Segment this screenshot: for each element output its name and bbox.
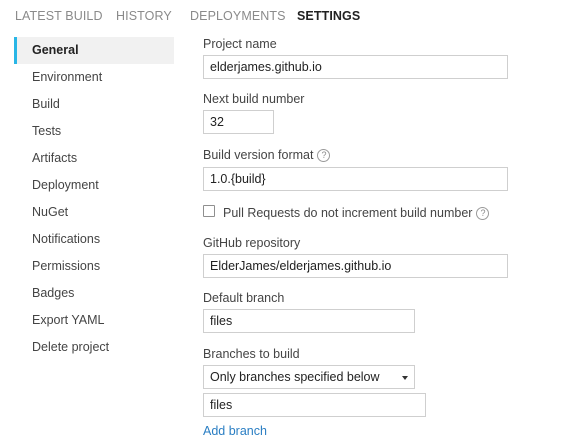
sidebar-item-label: Permissions bbox=[32, 259, 101, 273]
sidebar-item-label: Delete project bbox=[32, 340, 110, 354]
sidebar-item-label: General bbox=[32, 43, 79, 57]
tab-deployments[interactable]: DEPLOYMENTS bbox=[190, 9, 286, 23]
pull-requests-checkbox[interactable] bbox=[203, 205, 215, 217]
sidebar-item-label: Tests bbox=[32, 124, 62, 138]
sidebar-item-delete-project[interactable]: Delete project bbox=[14, 334, 174, 361]
sidebar-item-badges[interactable]: Badges bbox=[14, 280, 174, 307]
question-circle-icon[interactable]: ? bbox=[317, 149, 331, 162]
sidebar-item-label: Build bbox=[32, 97, 60, 111]
chevron-down-icon bbox=[402, 376, 408, 380]
add-branch-link[interactable]: Add branch bbox=[203, 424, 267, 438]
sidebar-item-label: Badges bbox=[32, 286, 75, 300]
next-build-number-input[interactable]: 32 bbox=[203, 110, 274, 134]
branches-to-build-label: Branches to build bbox=[203, 347, 300, 361]
default-branch-label: Default branch bbox=[203, 291, 285, 305]
sidebar-item-label: Notifications bbox=[32, 232, 101, 246]
sidebar-item-artifacts[interactable]: Artifacts bbox=[14, 145, 174, 172]
sidebar-item-nuget[interactable]: NuGet bbox=[14, 199, 174, 226]
project-name-label: Project name bbox=[203, 37, 277, 51]
sidebar-item-general[interactable]: General bbox=[14, 37, 174, 64]
project-name-input[interactable]: elderjames.github.io bbox=[203, 55, 508, 79]
pull-requests-text: Pull Requests do not increment build num… bbox=[223, 206, 473, 220]
tab-history[interactable]: HISTORY bbox=[116, 9, 172, 23]
top-tabs: LATEST BUILD HISTORY DEPLOYMENTS SETTING… bbox=[0, 0, 562, 32]
sidebar-item-label: Export YAML bbox=[32, 313, 105, 327]
sidebar-item-label: Deployment bbox=[32, 178, 99, 192]
branch-name-input[interactable]: files bbox=[203, 393, 426, 417]
build-version-format-input[interactable]: 1.0.{build} bbox=[203, 167, 508, 191]
sidebar-item-permissions[interactable]: Permissions bbox=[14, 253, 174, 280]
next-build-number-label: Next build number bbox=[203, 92, 305, 106]
settings-sidebar: General Environment Build Tests Artifact… bbox=[14, 37, 174, 361]
tab-settings[interactable]: SETTINGS bbox=[297, 9, 360, 23]
sidebar-item-export-yaml[interactable]: Export YAML bbox=[14, 307, 174, 334]
branches-to-build-select[interactable]: Only branches specified below bbox=[203, 365, 415, 389]
sidebar-item-label: Environment bbox=[32, 70, 103, 84]
question-circle-icon[interactable]: ? bbox=[476, 207, 490, 220]
build-version-format-label: Build version format? bbox=[203, 148, 331, 162]
sidebar-item-label: NuGet bbox=[32, 205, 69, 219]
sidebar-item-notifications[interactable]: Notifications bbox=[14, 226, 174, 253]
sidebar-item-tests[interactable]: Tests bbox=[14, 118, 174, 145]
branches-to-build-selected: Only branches specified below bbox=[210, 370, 380, 384]
tab-latest-build[interactable]: LATEST BUILD bbox=[15, 9, 103, 23]
sidebar-item-label: Artifacts bbox=[32, 151, 78, 165]
github-repository-label: GitHub repository bbox=[203, 236, 301, 250]
sidebar-item-environment[interactable]: Environment bbox=[14, 64, 174, 91]
default-branch-input[interactable]: files bbox=[203, 309, 415, 333]
pull-requests-label: Pull Requests do not increment build num… bbox=[223, 206, 490, 220]
sidebar-item-deployment[interactable]: Deployment bbox=[14, 172, 174, 199]
build-version-format-text: Build version format bbox=[203, 148, 314, 162]
sidebar-item-build[interactable]: Build bbox=[14, 91, 174, 118]
github-repository-input[interactable]: ElderJames/elderjames.github.io bbox=[203, 254, 508, 278]
